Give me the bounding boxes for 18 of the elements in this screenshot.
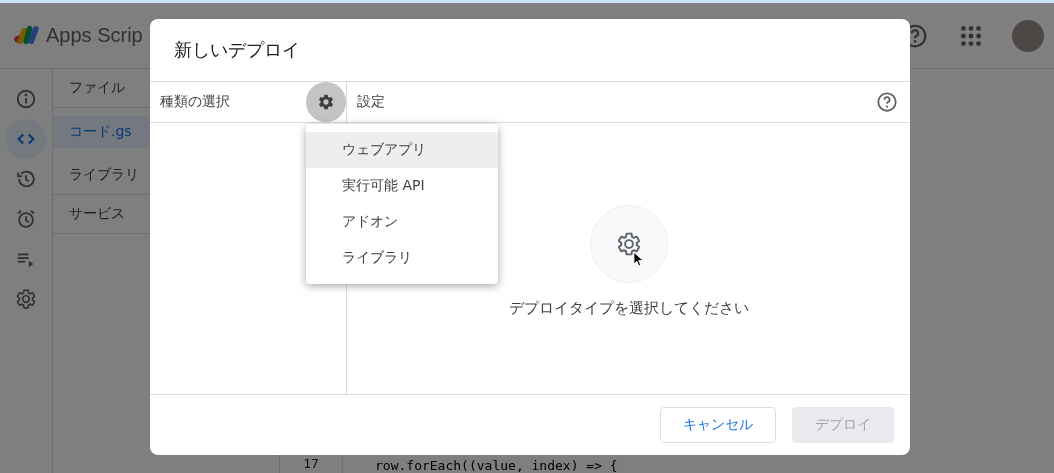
menu-item[interactable]: 実行可能 API bbox=[306, 168, 498, 204]
menu-item[interactable]: ウェブアプリ bbox=[306, 132, 498, 168]
pane-title: 設定 bbox=[357, 93, 385, 111]
line-number: 17 bbox=[280, 456, 343, 473]
help-icon[interactable] bbox=[876, 91, 898, 113]
settings-button[interactable] bbox=[306, 82, 346, 122]
code-line: row.forEach((value, index) => { bbox=[374, 458, 618, 473]
avatar[interactable] bbox=[1012, 19, 1044, 52]
menu-item[interactable]: ライブラリ bbox=[306, 240, 498, 276]
cancel-button[interactable]: キャンセル bbox=[660, 407, 776, 443]
mouse-cursor-icon bbox=[633, 251, 644, 268]
empty-state-text: デプロイタイプを選択してください bbox=[508, 299, 749, 318]
app-title: Apps Scrip bbox=[46, 24, 143, 47]
settings-icon bbox=[317, 93, 335, 111]
code-icon[interactable] bbox=[6, 119, 46, 159]
menu-item[interactable]: アドオン bbox=[306, 204, 498, 240]
dialog-title: 新しいデプロイ bbox=[150, 19, 910, 82]
pane-title: 種類の選択 bbox=[160, 93, 230, 111]
